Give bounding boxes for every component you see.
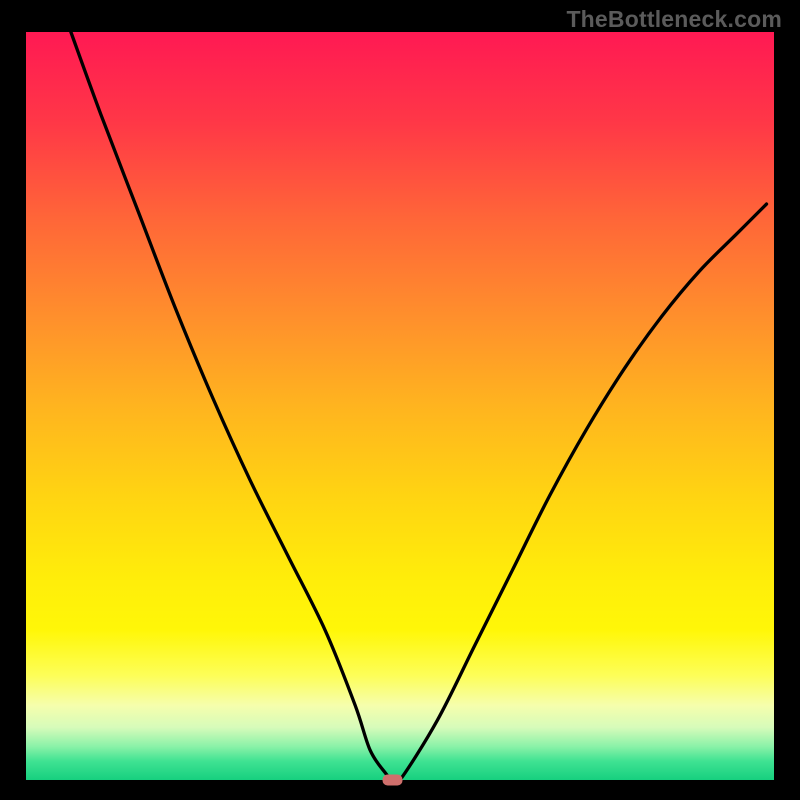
optimum-marker [383, 775, 403, 786]
bottleneck-chart [0, 0, 800, 800]
watermark-text: TheBottleneck.com [566, 6, 782, 33]
plot-background [26, 32, 774, 780]
chart-frame: TheBottleneck.com [0, 0, 800, 800]
